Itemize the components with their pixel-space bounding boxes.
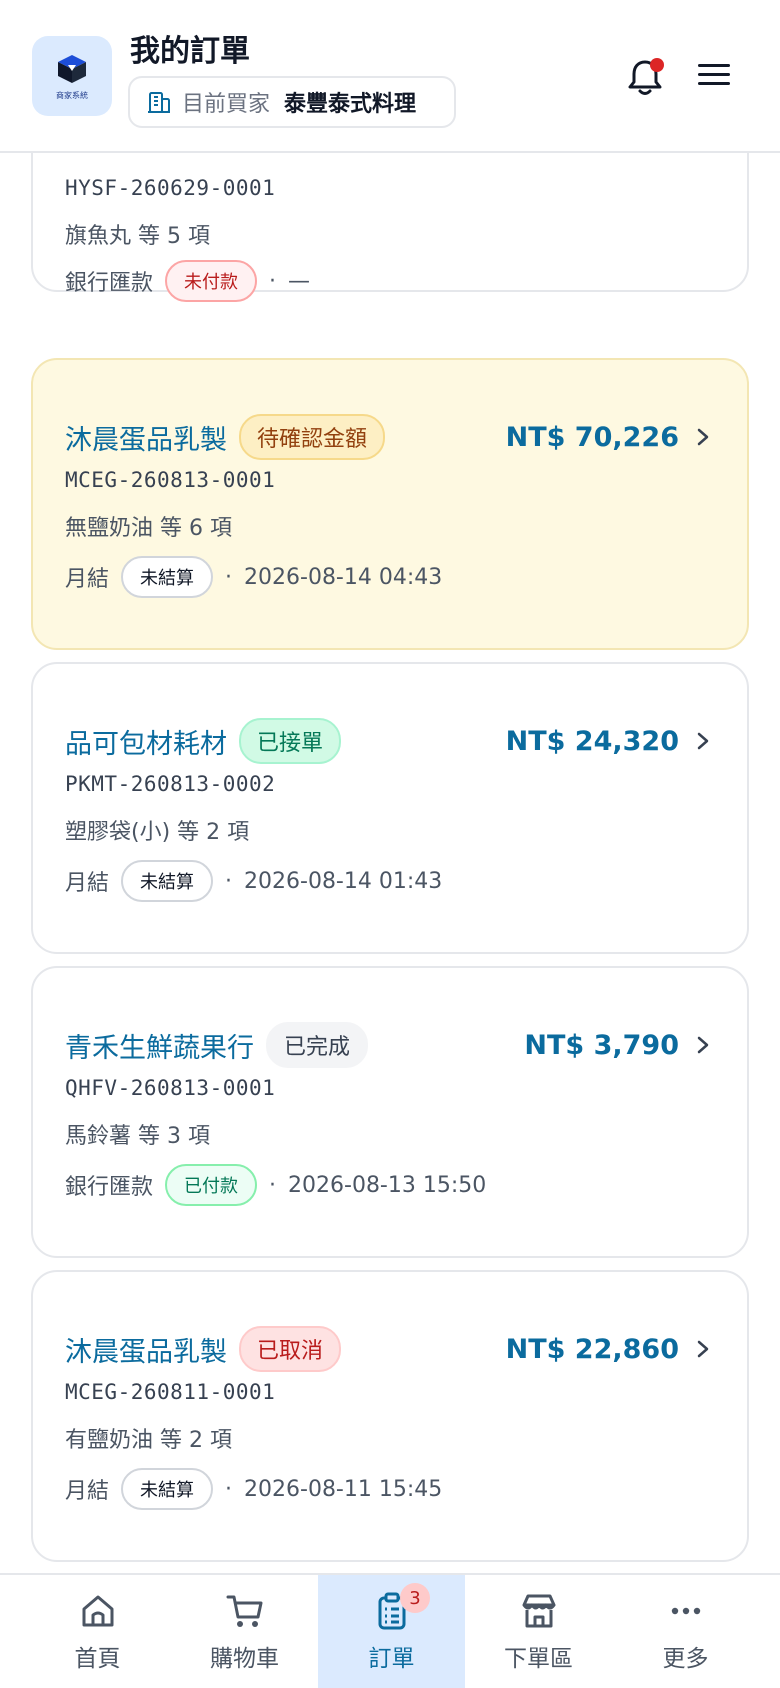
order-amount: NT$ 70,226	[505, 421, 679, 453]
nav-item-home[interactable]: 首頁	[24, 1575, 171, 1688]
separator-dot: ·	[269, 1172, 277, 1198]
payment-status-badge: 已付款	[165, 1164, 258, 1206]
notifications-button[interactable]	[624, 56, 666, 98]
payment-method: 月結	[65, 567, 110, 592]
order-number: MCEG-260813-0001	[65, 468, 276, 492]
supplier-name: 沐晨蛋品乳製	[65, 1336, 227, 1368]
order-status-badge: 待確認金額	[239, 414, 386, 460]
separator-dot: ·	[225, 1476, 233, 1502]
payment-row: 月結 未結算 · 2026-08-14 01:43	[65, 860, 442, 902]
bottom-nav: 首頁 購物車 3 訂單 下單區 更多	[0, 1573, 780, 1688]
payment-status-badge: 未結算	[121, 1468, 214, 1510]
menu-button[interactable]	[698, 58, 734, 94]
order-amount: NT$ 3,790	[524, 1029, 679, 1061]
payment-time: 2026-08-14 04:43	[244, 564, 443, 590]
buyer-label: 目前買家	[182, 92, 271, 117]
payment-time: —	[288, 268, 311, 294]
cart-icon	[226, 1595, 262, 1627]
payment-status-badge: 未結算	[121, 860, 214, 902]
chevron-right-icon	[697, 428, 709, 446]
nav-label: 購物車	[210, 1646, 279, 1672]
order-items-summary: 有鹽奶油 等 2 項	[65, 1428, 232, 1453]
nav-label: 首頁	[74, 1646, 121, 1672]
order-number: MCEG-260811-0001	[65, 1380, 276, 1404]
buyer-name: 泰豐泰式料理	[284, 92, 417, 117]
order-card[interactable]: 沐晨蛋品乳製 待確認金額 NT$ 70,226 MCEG-260813-0001…	[31, 358, 749, 650]
menu-icon-line	[698, 64, 730, 67]
more-dots-icon	[671, 1607, 700, 1615]
payment-method: 月結	[65, 871, 110, 896]
chevron-right-icon	[697, 1340, 709, 1358]
payment-row: 銀行匯款 已付款 · 2026-08-13 15:50	[65, 1164, 486, 1206]
order-list[interactable]: HYSF-260629-0001 旗魚丸 等 5 項 銀行匯款 未付款 · — …	[0, 153, 780, 1573]
app-header: 商家系統 我的訂單 目前買家 泰豐泰式料理	[0, 0, 780, 153]
payment-row: 月結 未結算 · 2026-08-14 04:43	[65, 556, 442, 598]
order-status-badge: 已接單	[239, 718, 342, 764]
order-amount: NT$ 24,320	[505, 725, 679, 757]
separator-dot: ·	[225, 564, 233, 590]
current-buyer-selector[interactable]: 目前買家 泰豐泰式料理	[128, 76, 456, 128]
payment-status-badge: 未付款	[165, 260, 258, 302]
payment-time: 2026-08-14 01:43	[244, 868, 443, 894]
nav-label: 訂單	[368, 1646, 415, 1672]
store-icon	[522, 1594, 555, 1628]
order-card-header: 沐晨蛋品乳製 待確認金額 NT$ 70,226	[65, 414, 713, 460]
menu-icon-line	[698, 73, 730, 76]
nav-label: 更多	[662, 1646, 709, 1672]
supplier-name: 沐晨蛋品乳製	[65, 424, 227, 456]
order-card[interactable]: 青禾生鮮蔬果行 已完成 NT$ 3,790 QHFV-260813-0001 馬…	[31, 966, 749, 1258]
supplier-name: 品可包材耗材	[65, 728, 227, 760]
orders-count-badge: 3	[400, 1583, 430, 1613]
payment-method: 銀行匯款	[65, 1175, 154, 1200]
payment-time: 2026-08-13 15:50	[288, 1172, 487, 1198]
order-card[interactable]: HYSF-260629-0001 旗魚丸 等 5 項 銀行匯款 未付款 · —	[31, 153, 749, 302]
box-logo-icon	[58, 54, 86, 83]
payment-row: 月結 未結算 · 2026-08-11 15:45	[65, 1468, 442, 1510]
nav-item-cart[interactable]: 購物車	[171, 1575, 318, 1688]
order-items-summary: 旗魚丸 等 5 項	[65, 224, 210, 249]
separator-dot: ·	[269, 268, 277, 294]
order-items-summary: 無鹽奶油 等 6 項	[65, 516, 232, 541]
order-card-header: 青禾生鮮蔬果行 已完成 NT$ 3,790	[65, 1022, 713, 1068]
notification-dot	[650, 58, 664, 72]
nav-label: 下單區	[504, 1646, 573, 1672]
payment-method: 銀行匯款	[65, 271, 154, 296]
payment-method: 月結	[65, 1479, 110, 1504]
logo-text: 商家系統	[56, 90, 88, 100]
nav-item-orders[interactable]: 3 訂單	[318, 1575, 465, 1688]
chevron-right-icon	[697, 732, 709, 750]
app-logo[interactable]: 商家系統	[32, 36, 112, 116]
payment-row: 銀行匯款 未付款 · —	[65, 260, 310, 302]
home-icon	[82, 1595, 113, 1627]
nav-item-order-area[interactable]: 下單區	[465, 1575, 612, 1688]
order-number: HYSF-260629-0001	[65, 176, 276, 200]
building-icon	[148, 92, 170, 113]
payment-time: 2026-08-11 15:45	[244, 1476, 443, 1502]
order-items-summary: 馬鈴薯 等 3 項	[65, 1124, 210, 1149]
payment-status-badge: 未結算	[121, 556, 214, 598]
order-card[interactable]: 品可包材耗材 已接單 NT$ 24,320 PKMT-260813-0002 塑…	[31, 662, 749, 954]
order-number: PKMT-260813-0002	[65, 772, 276, 796]
order-items-summary: 塑膠袋(小) 等 2 項	[65, 820, 250, 845]
order-amount: NT$ 22,860	[505, 1333, 679, 1365]
order-card[interactable]: 沐晨蛋品乳製 已取消 NT$ 22,860 MCEG-260811-0001 有…	[31, 1270, 749, 1562]
chevron-right-icon	[697, 1036, 709, 1054]
order-status-badge: 已完成	[266, 1022, 369, 1068]
order-number: QHFV-260813-0001	[65, 1076, 276, 1100]
separator-dot: ·	[225, 868, 233, 894]
order-card-header: 沐晨蛋品乳製 已取消 NT$ 22,860	[65, 1326, 713, 1372]
supplier-name: 青禾生鮮蔬果行	[65, 1032, 254, 1064]
order-card-header: 品可包材耗材 已接單 NT$ 24,320	[65, 718, 713, 764]
order-status-badge: 已取消	[239, 1326, 342, 1372]
nav-item-more[interactable]: 更多	[612, 1575, 759, 1688]
page-title: 我的訂單	[130, 34, 250, 69]
menu-icon-line	[698, 82, 730, 85]
